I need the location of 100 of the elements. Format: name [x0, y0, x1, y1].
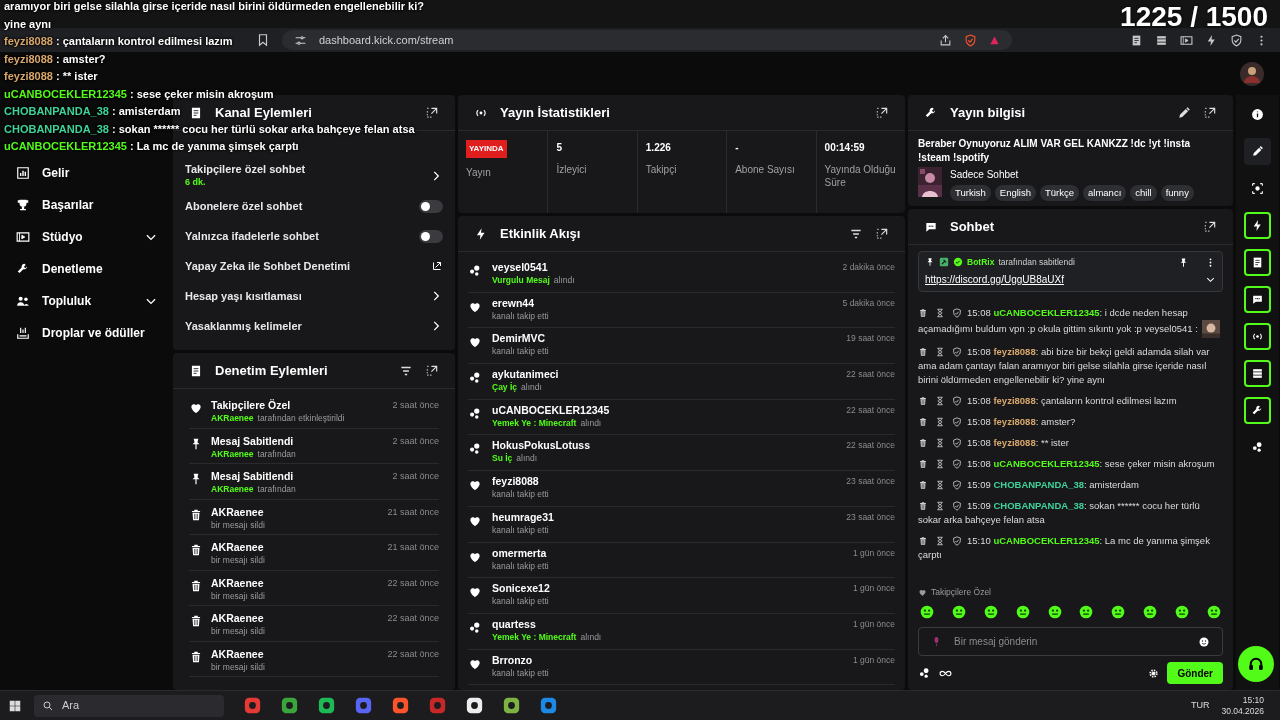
sidebar-item[interactable]: Stüdyo [4, 223, 170, 251]
tag[interactable]: chill [1130, 185, 1157, 202]
app-icon[interactable] [503, 697, 520, 714]
trash-icon[interactable] [918, 347, 928, 358]
rail-button[interactable] [1244, 249, 1271, 276]
rail-button[interactable] [1244, 138, 1271, 165]
emote-icon[interactable] [1079, 605, 1094, 619]
send-button[interactable]: Gönder [1167, 662, 1223, 684]
dots-icon[interactable] [918, 666, 931, 680]
trash-icon[interactable] [918, 459, 928, 470]
external-link-icon[interactable] [431, 260, 443, 272]
tag[interactable]: Turkish [950, 185, 991, 202]
sidebar-item[interactable]: Gelir [4, 159, 170, 187]
rail-button[interactable] [1244, 212, 1271, 239]
emote-icon[interactable] [1111, 605, 1126, 619]
hourglass-icon[interactable] [935, 501, 945, 512]
emote-icon[interactable] [983, 605, 998, 619]
sidebar-item[interactable]: Topluluk [4, 287, 170, 315]
triangle-icon[interactable] [989, 34, 1000, 46]
popout-icon[interactable] [425, 363, 439, 378]
emoji-icon[interactable] [1198, 635, 1210, 648]
trash-icon[interactable] [918, 438, 928, 449]
avatar[interactable] [1240, 61, 1264, 86]
hourglass-icon[interactable] [935, 396, 945, 407]
hourglass-icon[interactable] [935, 347, 945, 358]
rail-button[interactable] [1244, 323, 1271, 350]
overlay-chat-line: aramıyor biri gelse silahla girse içeride nasıl birini öldürmeden engellenebilir ki? [4, 0, 424, 14]
trash-icon[interactable] [918, 480, 928, 491]
emote-icon[interactable] [1015, 605, 1030, 619]
shield-icon[interactable] [964, 33, 977, 47]
share-icon[interactable] [939, 33, 952, 47]
pencil-icon[interactable] [1177, 105, 1191, 120]
emote-icon[interactable] [1143, 605, 1158, 619]
popout-icon[interactable] [875, 226, 889, 241]
popout-icon[interactable] [1203, 219, 1217, 234]
sidebar-item[interactable]: Başarılar [4, 191, 170, 219]
shield-icon[interactable] [952, 536, 962, 547]
hourglass-icon[interactable] [935, 308, 945, 319]
address-bar[interactable]: dashboard.kick.com/stream [282, 30, 1012, 50]
hourglass-icon[interactable] [935, 438, 945, 449]
people-icon [16, 294, 30, 308]
emote-icon[interactable] [1175, 605, 1189, 619]
rail-button[interactable] [1244, 286, 1271, 313]
shield-icon[interactable] [952, 501, 962, 512]
popout-icon[interactable] [1203, 105, 1217, 120]
popout-icon[interactable] [425, 105, 439, 120]
clock-date[interactable]: 30.04.2026 [1221, 705, 1264, 717]
shield-icon[interactable] [952, 438, 962, 449]
tag[interactable]: funny [1160, 185, 1194, 202]
message-input[interactable]: Bir mesaj gönderin [954, 631, 1186, 652]
shield-icon[interactable] [952, 396, 962, 407]
category[interactable]: Sadece Sohbet [950, 167, 1194, 182]
lightning-icon[interactable] [1205, 33, 1218, 47]
emote-icon[interactable] [1206, 605, 1221, 619]
sidebar-item[interactable]: Droplar ve ödüller [4, 319, 170, 347]
emote-icon[interactable] [1047, 605, 1062, 619]
settings-icon[interactable] [1148, 667, 1160, 679]
toggle-switch[interactable] [419, 229, 443, 243]
document-icon[interactable] [1130, 33, 1143, 47]
tag[interactable]: Türkçe [1039, 185, 1079, 202]
emote-icon[interactable] [920, 605, 934, 619]
panel-title: Etkinlik Akışı [500, 224, 581, 243]
rail-button[interactable] [1244, 397, 1271, 424]
pin-icon[interactable] [1178, 256, 1189, 268]
sidebar-item[interactable]: Denetleme [4, 255, 170, 283]
tag[interactable]: English [994, 185, 1036, 202]
clock-time[interactable]: 15:10 [1242, 694, 1264, 706]
windows-logo-icon[interactable] [8, 698, 22, 713]
video-frame-icon[interactable] [1180, 33, 1193, 47]
trash-icon[interactable] [918, 536, 928, 547]
shield-icon[interactable] [952, 308, 962, 319]
hourglass-icon[interactable] [935, 480, 945, 491]
message-box[interactable]: Bir mesaj gönderin [918, 627, 1223, 656]
timestamp: 22 saat önce [846, 403, 895, 417]
rail-button[interactable] [1244, 360, 1271, 387]
trash-icon[interactable] [918, 501, 928, 512]
site-settings-icon[interactable] [294, 33, 307, 47]
link[interactable]: https://discord.gg/UggUB8aUXf [925, 271, 1064, 287]
trash-icon[interactable] [918, 396, 928, 407]
toggle-switch[interactable] [419, 199, 443, 213]
emote-icon[interactable] [951, 605, 966, 619]
app-icon[interactable] [318, 697, 335, 714]
trash-icon[interactable] [918, 308, 928, 319]
shield-icon[interactable] [1230, 33, 1243, 47]
popout-icon[interactable] [875, 105, 889, 120]
help-button[interactable] [1238, 646, 1274, 682]
bookmark-icon[interactable] [256, 33, 270, 47]
search-field[interactable]: Ara [34, 694, 224, 717]
app-icon[interactable] [466, 697, 483, 714]
username: omermerta [492, 546, 548, 560]
hourglass-icon[interactable] [935, 417, 945, 428]
shield-icon[interactable] [952, 480, 962, 491]
shield-icon[interactable] [952, 417, 962, 428]
trash-icon[interactable] [918, 417, 928, 428]
hourglass-icon[interactable] [935, 536, 945, 547]
hourglass-icon[interactable] [935, 459, 945, 470]
language-indicator[interactable]: TUR [1190, 698, 1210, 713]
tag[interactable]: almancı [1083, 185, 1127, 202]
shield-icon[interactable] [952, 459, 962, 470]
shield-icon[interactable] [952, 347, 962, 358]
